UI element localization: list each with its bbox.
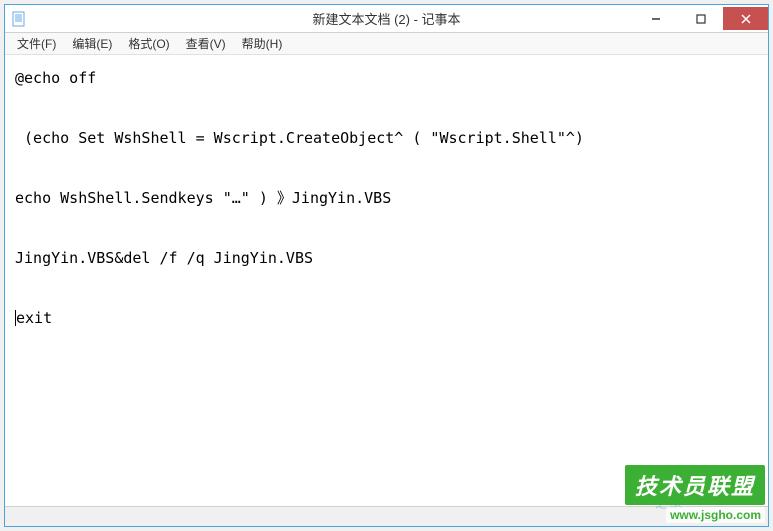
- text-caret: [15, 310, 16, 326]
- watermark: 技术员联盟 www.jsgho.com: [625, 465, 765, 523]
- text-line: @echo off: [15, 69, 96, 87]
- menubar: 文件(F) 编辑(E) 格式(O) 查看(V) 帮助(H): [5, 33, 768, 55]
- minimize-button[interactable]: [633, 7, 678, 30]
- window-frame: 新建文本文档 (2) - 记事本 文件(F) 编辑(E) 格式(O) 查看(V)…: [4, 4, 769, 527]
- menu-help[interactable]: 帮助(H): [234, 33, 291, 54]
- close-button[interactable]: [723, 7, 768, 30]
- text-line: JingYin.VBS&del /f /q JingYin.VBS: [15, 249, 313, 267]
- text-line: echo WshShell.Sendkeys "…" ) 》JingYin.VB…: [15, 189, 391, 207]
- menu-format[interactable]: 格式(O): [120, 33, 177, 54]
- menu-view[interactable]: 查看(V): [178, 33, 234, 54]
- watermark-url: www.jsgho.com: [666, 507, 765, 523]
- menu-edit[interactable]: 编辑(E): [64, 33, 120, 54]
- app-icon: [11, 11, 27, 27]
- window-controls: [633, 7, 768, 30]
- text-area[interactable]: @echo off (echo Set WshShell = Wscript.C…: [5, 55, 768, 506]
- menu-file[interactable]: 文件(F): [9, 33, 64, 54]
- text-line: (echo Set WshShell = Wscript.CreateObjec…: [15, 129, 584, 147]
- watermark-main-text: 技术员联盟: [625, 465, 765, 505]
- maximize-button[interactable]: [678, 7, 723, 30]
- titlebar[interactable]: 新建文本文档 (2) - 记事本: [5, 5, 768, 33]
- text-line: exit: [16, 309, 52, 327]
